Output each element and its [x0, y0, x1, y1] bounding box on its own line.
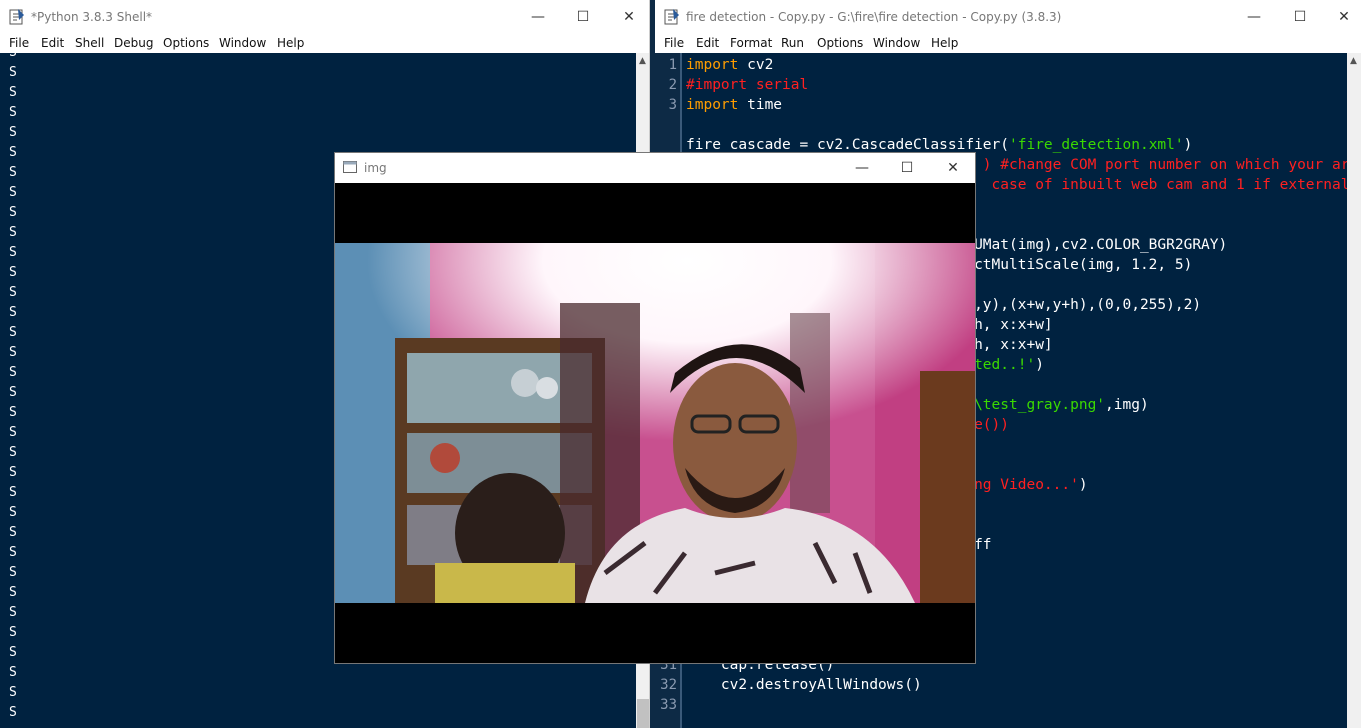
editor-menubar: File Edit Format Run Options Window Help: [655, 34, 1361, 53]
editor-scrollbar[interactable]: ▲: [1347, 53, 1361, 728]
scroll-up-icon[interactable]: ▲: [1350, 56, 1357, 66]
code-token: import: [686, 57, 739, 73]
code-line: cv2.destroyAllWindows(): [686, 677, 922, 693]
shell-output-line: S: [9, 285, 17, 300]
code-token: ): [1183, 137, 1193, 153]
menu-help[interactable]: Help: [277, 36, 304, 50]
line-number: 3: [668, 97, 677, 113]
img-window: img — ☐ ✕: [334, 152, 976, 664]
editor-title: fire detection - Copy.py - G:\fire\fire …: [686, 10, 1062, 24]
shell-output-line: S: [9, 305, 17, 320]
line-number: 33: [660, 697, 677, 713]
code-line: import time: [686, 97, 782, 113]
shell-titlebar[interactable]: *Python 3.8.3 Shell* — ☐ ✕: [0, 0, 649, 34]
maximize-button[interactable]: ☐: [884, 153, 930, 183]
img-titlebar[interactable]: img — ☐ ✕: [335, 153, 975, 183]
minimize-button[interactable]: —: [515, 0, 561, 34]
shell-output-line: S: [9, 705, 17, 720]
menu-file[interactable]: File: [664, 36, 684, 50]
shell-menubar: File Edit Shell Debug Options Window Hel…: [0, 34, 649, 53]
close-button[interactable]: ✕: [606, 0, 649, 34]
shell-output-line: S: [9, 405, 17, 420]
code-token: time: [738, 97, 783, 113]
video-frame: [335, 183, 975, 663]
maximize-button[interactable]: ☐: [560, 0, 606, 34]
menu-options[interactable]: Options: [817, 36, 863, 50]
code-token: fire_cascade = cv2.CascadeClassifier(: [686, 137, 1010, 153]
scroll-up-icon[interactable]: ▲: [639, 56, 646, 66]
editor-titlebar[interactable]: fire detection - Copy.py - G:\fire\fire …: [655, 0, 1361, 34]
code-token: ): [1078, 477, 1088, 493]
code-line: fire_cascade = cv2.CascadeClassifier('fi…: [686, 137, 1192, 153]
line-number: 2: [668, 77, 677, 93]
maximize-button[interactable]: ☐: [1277, 0, 1323, 34]
shell-output-line: S: [9, 245, 17, 260]
shell-output-line: S: [9, 525, 17, 540]
shell-output-line: S: [9, 125, 17, 140]
line-number: 32: [660, 677, 677, 693]
code-token: 'fire_detection.xml': [1009, 137, 1184, 153]
menu-format[interactable]: Format: [730, 36, 772, 50]
menu-file[interactable]: File: [9, 36, 29, 50]
shell-output-line: S: [9, 665, 17, 680]
shell-output-line: S: [9, 625, 17, 640]
line-number: 1: [668, 57, 677, 73]
close-button[interactable]: ✕: [930, 153, 975, 183]
menu-edit[interactable]: Edit: [41, 36, 64, 50]
code-token: cv2.destroyAllWindows(): [686, 677, 922, 693]
shell-output-line: S: [9, 425, 17, 440]
close-button[interactable]: ✕: [1321, 0, 1361, 34]
shell-output-line: S: [9, 465, 17, 480]
idle-icon: [664, 9, 679, 25]
code-token: cv2: [738, 57, 774, 73]
shell-output-line: S: [9, 445, 17, 460]
shell-output-line: S: [9, 105, 17, 120]
shell-output-line: S: [9, 225, 17, 240]
shell-title: *Python 3.8.3 Shell*: [31, 10, 153, 24]
menu-window[interactable]: Window: [219, 36, 266, 50]
idle-icon: [9, 9, 24, 25]
shell-output-line: S: [9, 365, 17, 380]
shell-output-line: S: [9, 65, 17, 80]
shell-output-line: S: [9, 545, 17, 560]
shell-output-line: S: [9, 85, 17, 100]
shell-output-line: S: [9, 205, 17, 220]
menu-options[interactable]: Options: [163, 36, 209, 50]
webcam-photo: [335, 243, 975, 603]
code-token: #import serial: [686, 77, 809, 93]
shell-output-line: S: [9, 585, 17, 600]
menu-shell[interactable]: Shell: [75, 36, 104, 50]
code-token: ,img): [1105, 397, 1149, 413]
code-token: ): [1035, 357, 1044, 373]
scrollbar-thumb[interactable]: [637, 699, 649, 728]
img-title: img: [364, 161, 387, 175]
shell-output-line: S: [9, 485, 17, 500]
shell-output-line: S: [9, 505, 17, 520]
menu-help[interactable]: Help: [931, 36, 958, 50]
code-line: import cv2: [686, 57, 773, 73]
shell-output-line: S: [9, 185, 17, 200]
shell-output-line: S: [9, 685, 17, 700]
shell-output-line: S: [9, 53, 17, 60]
menu-window[interactable]: Window: [873, 36, 920, 50]
shell-output-line: S: [9, 565, 17, 580]
shell-output-line: S: [9, 265, 17, 280]
window-icon: [343, 161, 357, 173]
shell-output-line: S: [9, 165, 17, 180]
shell-output-line: S: [9, 325, 17, 340]
shell-output-line: S: [9, 605, 17, 620]
shell-output-line: S: [9, 345, 17, 360]
minimize-button[interactable]: —: [1231, 0, 1277, 34]
shell-output-line: S: [9, 385, 17, 400]
menu-debug[interactable]: Debug: [114, 36, 153, 50]
minimize-button[interactable]: —: [839, 153, 885, 183]
code-line: #import serial: [686, 77, 808, 93]
menu-edit[interactable]: Edit: [696, 36, 719, 50]
menu-run[interactable]: Run: [781, 36, 804, 50]
code-token: import: [686, 97, 739, 113]
shell-output-line: S: [9, 645, 17, 660]
shell-output-line: S: [9, 145, 17, 160]
